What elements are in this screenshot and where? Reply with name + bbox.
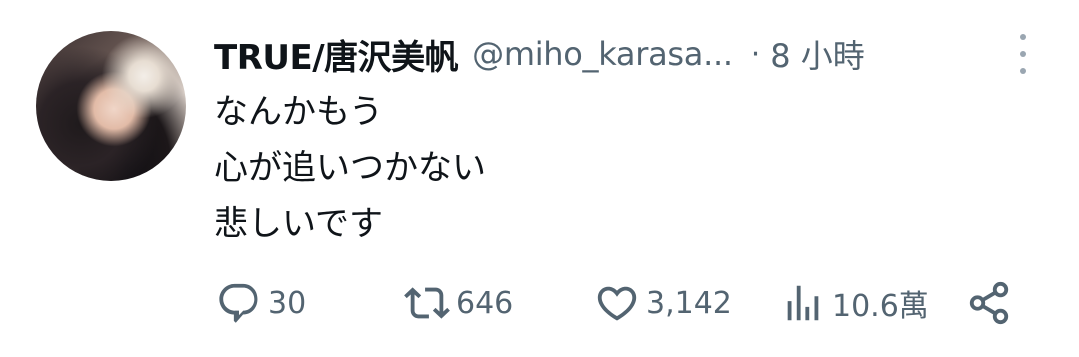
tweet-text: なんかもう 心が追いつかない 悲しいです [214,84,486,252]
retweet-count: 646 [456,285,514,321]
action-bar: 30 646 3,142 10.6萬 [214,278,1034,328]
more-dot [1020,34,1026,40]
more-dot [1020,68,1026,74]
views-button[interactable]: 10.6萬 [780,278,929,328]
like-count: 3,142 [646,285,732,321]
reply-count: 30 [268,285,307,321]
share-button[interactable] [966,278,1012,328]
avatar[interactable] [36,31,186,181]
separator-dot: · [750,36,761,72]
tweet-header: TRUE/唐沢美帆 @miho_karasa... · 8 小時 [214,26,1039,82]
tweet-text-line: なんかもう [214,92,383,132]
reply-button[interactable]: 30 [216,278,306,328]
reply-icon [219,283,258,323]
heart-icon [597,286,637,321]
share-icon [969,281,1009,325]
more-dot [1020,51,1026,57]
tweet-card[interactable]: TRUE/唐沢美帆 @miho_karasa... · 8 小時 なんかもう 心… [0,0,1079,357]
more-vertical-icon[interactable] [1013,34,1033,74]
tweet-text-line: 悲しいです [214,204,383,244]
views-count: 10.6萬 [832,289,929,324]
retweet-icon [404,287,450,319]
views-icon [787,285,819,321]
timestamp[interactable]: 8 小時 [770,31,865,77]
display-name[interactable]: TRUE/唐沢美帆 [214,30,459,79]
user-handle[interactable]: @miho_karasa... [472,35,733,73]
like-button[interactable]: 3,142 [594,278,732,328]
tweet-text-line: 心が追いつかない [214,148,486,188]
retweet-button[interactable]: 646 [404,278,513,328]
